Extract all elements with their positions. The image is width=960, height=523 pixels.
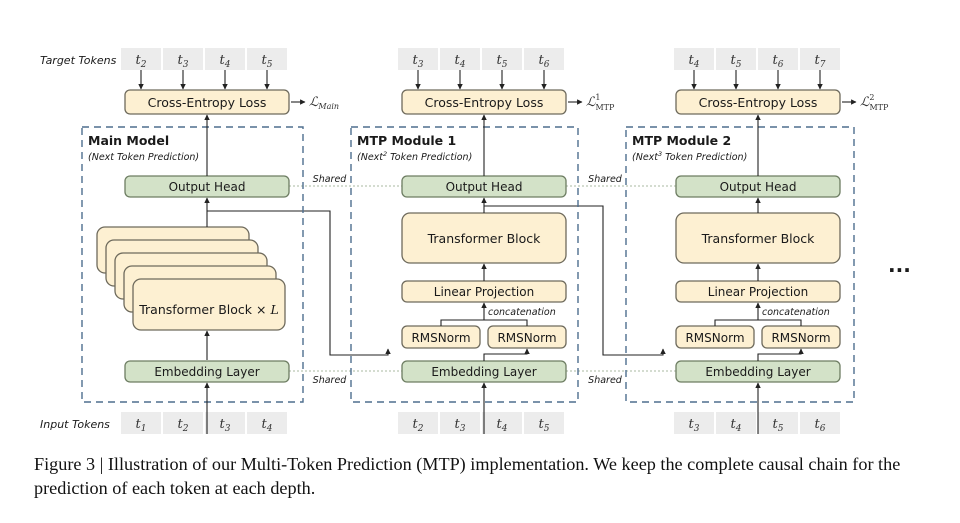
input-token: t4 — [247, 412, 287, 434]
target-token: t6 — [758, 48, 798, 70]
target-token: t2 — [121, 48, 161, 70]
concat-merge-line — [714, 319, 802, 326]
rmsnorm-left-label: RMSNorm — [685, 331, 744, 345]
target-token: t7 — [800, 48, 840, 70]
concat-merge-line — [440, 319, 528, 326]
target-token: t4 — [440, 48, 480, 70]
concatenation-label: concatenation — [488, 307, 556, 318]
embedding-layer-label: Embedding Layer — [431, 365, 536, 379]
module-subtitle: (Next3 Token Prediction) — [632, 150, 747, 163]
module-title: MTP Module 1 — [357, 133, 456, 148]
target-tokens-label: Target Tokens — [40, 54, 117, 67]
cross-entropy-loss-label: Cross-Entropy Loss — [699, 95, 818, 110]
output-head-label: Output Head — [446, 180, 523, 194]
embedding-layer-label: Embedding Layer — [154, 365, 259, 379]
rmsnorm-right-label: RMSNorm — [771, 331, 830, 345]
concatenation-label: concatenation — [762, 307, 830, 318]
transformer-block-label: Transformer Block — [701, 231, 816, 246]
input-token: t5 — [758, 412, 798, 434]
cross-entropy-loss-label: Cross-Entropy Loss — [148, 95, 267, 110]
rmsnorm-left-label: RMSNorm — [411, 331, 470, 345]
target-token: t3 — [163, 48, 203, 70]
rmsnorm-right-label: RMSNorm — [497, 331, 556, 345]
input-token: t3 — [205, 412, 245, 434]
loss-symbol: ℒ2 MTP — [860, 93, 889, 112]
input-token: t4 — [482, 412, 522, 434]
target-token: t4 — [205, 48, 245, 70]
transformer-block-label: Transformer Block × L — [138, 302, 279, 317]
mtp-module-1: MTP Module 1(Next2 Token Prediction)t3 t4… — [350, 48, 615, 434]
input-token: t1 — [121, 412, 161, 434]
input-token: t3 — [440, 412, 480, 434]
target-token: t5 — [247, 48, 287, 70]
module-title: Main Model — [88, 133, 169, 148]
module-subtitle: (Next2 Token Prediction) — [357, 150, 472, 163]
input-token: t5 — [524, 412, 564, 434]
shared-label: Shared — [588, 174, 623, 185]
cross-entropy-loss-label: Cross-Entropy Loss — [425, 95, 544, 110]
transformer-block-label: Transformer Block — [427, 231, 542, 246]
shared-label: Shared — [588, 375, 623, 386]
linear-projection-label: Linear Projection — [708, 285, 808, 299]
target-token: t5 — [716, 48, 756, 70]
input-token: t3 — [674, 412, 714, 434]
output-head-label: Output Head — [720, 180, 797, 194]
target-token: t4 — [674, 48, 714, 70]
loss-symbol: ℒ1 MTP — [586, 93, 615, 112]
input-token: t4 — [716, 412, 756, 434]
target-token: t3 — [398, 48, 438, 70]
module-subtitle: (Next Token Prediction) — [88, 152, 199, 163]
input-tokens-label: Input Tokens — [40, 418, 110, 431]
embedding-layer-label: Embedding Layer — [705, 365, 810, 379]
more-modules-ellipsis: ... — [888, 253, 911, 277]
target-token: t5 — [482, 48, 522, 70]
input-token: t6 — [800, 412, 840, 434]
mtp-diagram: Target Tokens Input Tokens Shared Shared S… — [40, 48, 911, 434]
output-head-label: Output Head — [169, 180, 246, 194]
target-token: t6 — [524, 48, 564, 70]
figure-caption: Figure 3 | Illustration of our Multi-Tok… — [34, 454, 901, 498]
main-model: Main Model(Next Token Prediction)t2 t3 t4 t… — [81, 48, 339, 434]
shared-label: Shared — [313, 174, 348, 185]
mtp-module-2: MTP Module 2(Next3 Token Prediction)t4 t5… — [625, 48, 889, 434]
module-title: MTP Module 2 — [632, 133, 731, 148]
linear-projection-label: Linear Projection — [434, 285, 534, 299]
loss-symbol: ℒMain — [309, 95, 339, 111]
embedding-to-rmsnorm-arrow — [757, 348, 804, 361]
embedding-to-rmsnorm-arrow — [483, 348, 530, 361]
shared-label: Shared — [313, 375, 348, 386]
input-token: t2 — [163, 412, 203, 434]
input-token: t2 — [398, 412, 438, 434]
